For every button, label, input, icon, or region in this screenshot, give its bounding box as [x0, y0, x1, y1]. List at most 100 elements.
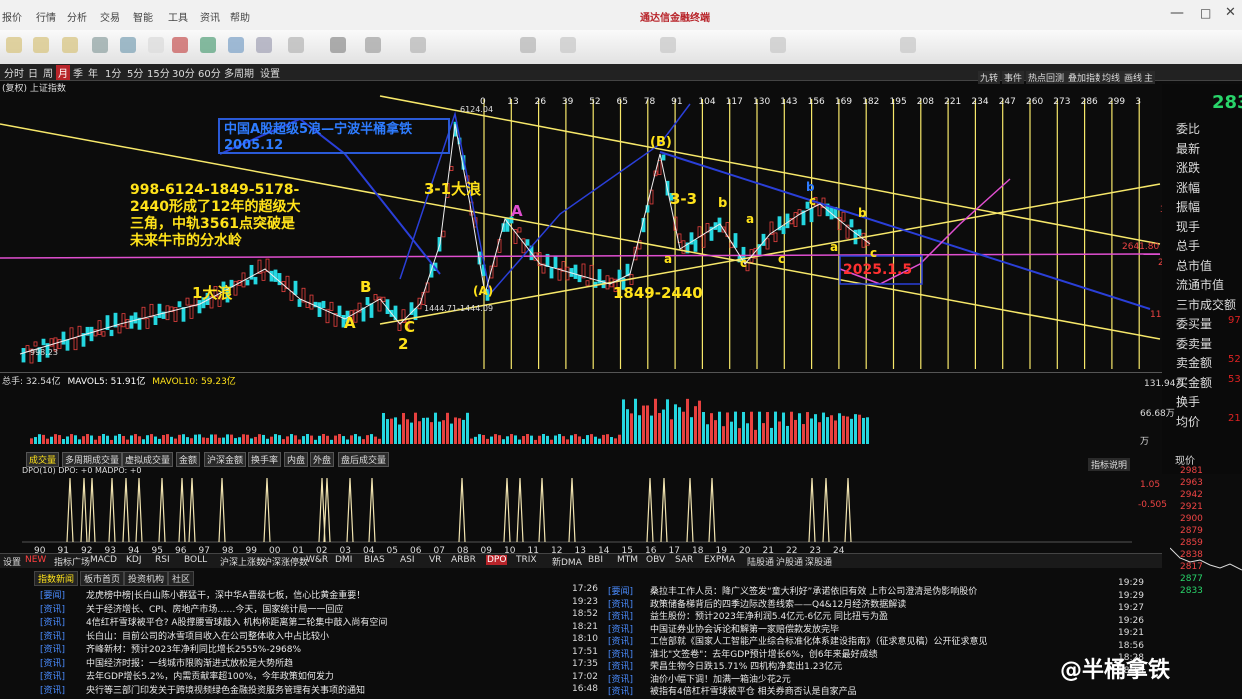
tab[interactable]: 多周期成交量	[62, 452, 123, 467]
period-tab[interactable]: 1分	[103, 65, 123, 80]
news-headline[interactable]: 被指有4倍杠杆雪球被平仓 相关券商否认是自家产品	[650, 684, 857, 697]
toolbar-icon[interactable]	[62, 37, 78, 53]
news-headline[interactable]: 4信红杆雪球被平仓? A股撑腰雪球敲入 机构称距离第二轮集中敲入尚有空间	[86, 615, 387, 628]
indicator-tab[interactable]: 沪深上涨数	[219, 555, 266, 568]
toolbar-icon[interactable]	[560, 37, 576, 53]
period-tab[interactable]: 季	[71, 65, 85, 80]
menu-item[interactable]: 行情	[36, 9, 56, 24]
period-tab[interactable]: 30分	[170, 65, 197, 80]
tool-button[interactable]: 九转	[978, 71, 1001, 84]
news-headline[interactable]: 工信部就《国家人工智能产业综合标准化体系建设指南》（征求意见稿）公开征求意见	[650, 634, 988, 647]
news-headline[interactable]: 齐峰新材：预计2023年净利同比增长2555%-2968%	[86, 642, 301, 655]
news-headline[interactable]: 央行等三部门印发关于跨境视频绿色金融投资服务管理有关事项的通知	[86, 683, 365, 696]
indicator-tab[interactable]: BOLL	[183, 555, 208, 565]
news-tab[interactable]: 指数新闻	[34, 571, 79, 586]
indicator-tab[interactable]: 指标广场	[53, 555, 91, 568]
indicator-tab[interactable]: 深股通	[804, 555, 833, 568]
news-tab[interactable]: 板市首页	[80, 571, 125, 586]
period-tab[interactable]: 60分	[196, 65, 223, 80]
news-headline[interactable]: 关于经济增长、CPI、房地产市场……今天，国家统计局一一回应	[86, 602, 343, 615]
menu-item[interactable]: 工具	[168, 9, 188, 24]
indicator-tab[interactable]: ASI	[399, 555, 416, 565]
indicator-tab[interactable]: W&R	[305, 555, 329, 565]
indicator-tab[interactable]: EXPMA	[703, 555, 736, 565]
news-headline[interactable]: 油价小幅下调！加满一箱油少花2元	[650, 672, 791, 685]
tool-button[interactable]: 事件	[1002, 71, 1025, 84]
tab[interactable]: 虚拟成交量	[122, 452, 174, 467]
menu-item[interactable]: 帮助	[230, 9, 250, 24]
menu-item[interactable]: 分析	[67, 9, 87, 24]
news-headline[interactable]: 中国经济时报：一线城市限购渐进式放松是大势所趋	[86, 656, 293, 669]
toolbar-icon[interactable]	[330, 37, 346, 53]
tab[interactable]: 沪深金额	[204, 452, 247, 467]
indicator-tab[interactable]: ARBR	[450, 555, 477, 565]
indicator-tab[interactable]: 沪股通	[775, 555, 804, 568]
indicator-help-button[interactable]: 指标说明	[1088, 458, 1131, 471]
news-headline[interactable]: 长白山：目前公司的冰雪项目收入在公司整体收入中占比较小	[86, 629, 329, 642]
maximize-icon[interactable]: □	[1200, 6, 1211, 20]
tab[interactable]: 金额	[176, 452, 201, 467]
toolbar-icon[interactable]	[770, 37, 786, 53]
period-tab[interactable]: 5分	[125, 65, 145, 80]
indicator-tab[interactable]: 设置	[2, 555, 22, 568]
menu-item[interactable]: 报价	[2, 9, 22, 24]
period-tab[interactable]: 日	[26, 65, 40, 80]
period-tab[interactable]: 分时	[2, 65, 26, 80]
toolbar-icon[interactable]	[900, 37, 916, 53]
toolbar-icon[interactable]	[33, 37, 49, 53]
toolbar-icon[interactable]	[172, 37, 188, 53]
indicator-tab[interactable]: MACD	[89, 555, 118, 565]
tab[interactable]: 成交量	[26, 452, 60, 467]
tool-button[interactable]: 主	[1142, 71, 1156, 84]
period-tab-selected[interactable]: 月	[56, 65, 70, 80]
tab[interactable]: 盘后成交量	[338, 452, 390, 467]
toolbar-icon[interactable]	[410, 37, 426, 53]
tool-button[interactable]: 均线	[1100, 71, 1123, 84]
toolbar-icon[interactable]	[228, 37, 244, 53]
indicator-tab[interactable]: SAR	[674, 555, 694, 565]
period-tab[interactable]: 多周期	[222, 65, 256, 80]
indicator-tab[interactable]: OBV	[645, 555, 666, 565]
news-tab[interactable]: 投资机构	[124, 571, 169, 586]
indicator-tab[interactable]: BIAS	[363, 555, 386, 565]
toolbar-icon[interactable]	[365, 37, 381, 53]
menu-item[interactable]: 交易	[100, 9, 120, 24]
tool-button[interactable]: 热点回测	[1026, 71, 1067, 84]
close-icon[interactable]: ✕	[1225, 5, 1236, 20]
toolbar-icon[interactable]	[660, 37, 676, 53]
news-headline[interactable]: 中国证券业协会诉论和解第一家赔偿款发放完毕	[650, 622, 839, 635]
news-headline[interactable]: 淮北"文签卷"：去年GDP预计增长6%，创6年来最好成绩	[650, 647, 878, 660]
toolbar-icon[interactable]	[148, 37, 164, 53]
news-tab[interactable]: 社区	[168, 571, 195, 586]
period-tab[interactable]: 周	[41, 65, 55, 80]
news-headline[interactable]: 政策储备梯背后的四季边际改善线索——Q4&12月经济数据解读	[650, 597, 906, 610]
indicator-tab[interactable]: 沪深涨停数	[262, 555, 309, 568]
menu-item[interactable]: 资讯	[200, 9, 220, 24]
toolbar-icon[interactable]	[120, 37, 136, 53]
indicator-tab[interactable]: BBI	[587, 555, 604, 565]
news-headline[interactable]: 桑拉丰工作人员：降广义签发“童大利好”承诺依旧有效 上市公司澄清是伪影响股价	[650, 584, 977, 597]
indicator-tab[interactable]: VR	[428, 555, 442, 565]
toolbar-icon[interactable]	[256, 37, 272, 53]
indicator-tab[interactable]: MTM	[616, 555, 639, 565]
indicator-tab[interactable]: DMI	[334, 555, 353, 565]
tab[interactable]: 外盘	[310, 452, 335, 467]
period-tab[interactable]: 年	[86, 65, 100, 80]
minimize-icon[interactable]: —	[1170, 5, 1184, 21]
tool-button[interactable]: 画线	[1122, 71, 1145, 84]
toolbar-icon[interactable]	[520, 37, 536, 53]
indicator-tab[interactable]: 新DMA	[551, 555, 583, 568]
toolbar-icon[interactable]	[6, 37, 22, 53]
tab[interactable]: 内盘	[284, 452, 309, 467]
tab[interactable]: 换手率	[248, 452, 282, 467]
indicator-tab[interactable]: TRIX	[515, 555, 538, 565]
indicator-tab[interactable]: NEW	[24, 555, 47, 565]
indicator-tab[interactable]: RSI	[154, 555, 171, 565]
indicator-tab[interactable]: DPO	[486, 555, 508, 565]
period-tab[interactable]: 15分	[145, 65, 172, 80]
period-tab[interactable]: 设置	[258, 65, 282, 80]
menu-item[interactable]: 智能	[133, 9, 153, 24]
news-headline[interactable]: 荣昌生物今日跌15.71% 四机构净卖出1.23亿元	[650, 659, 842, 672]
indicator-tab[interactable]: 陆股通	[746, 555, 775, 568]
news-headline[interactable]: 去年GDP增长5.2%，内需贡献率超100%，今年政策如何发力	[86, 669, 334, 682]
